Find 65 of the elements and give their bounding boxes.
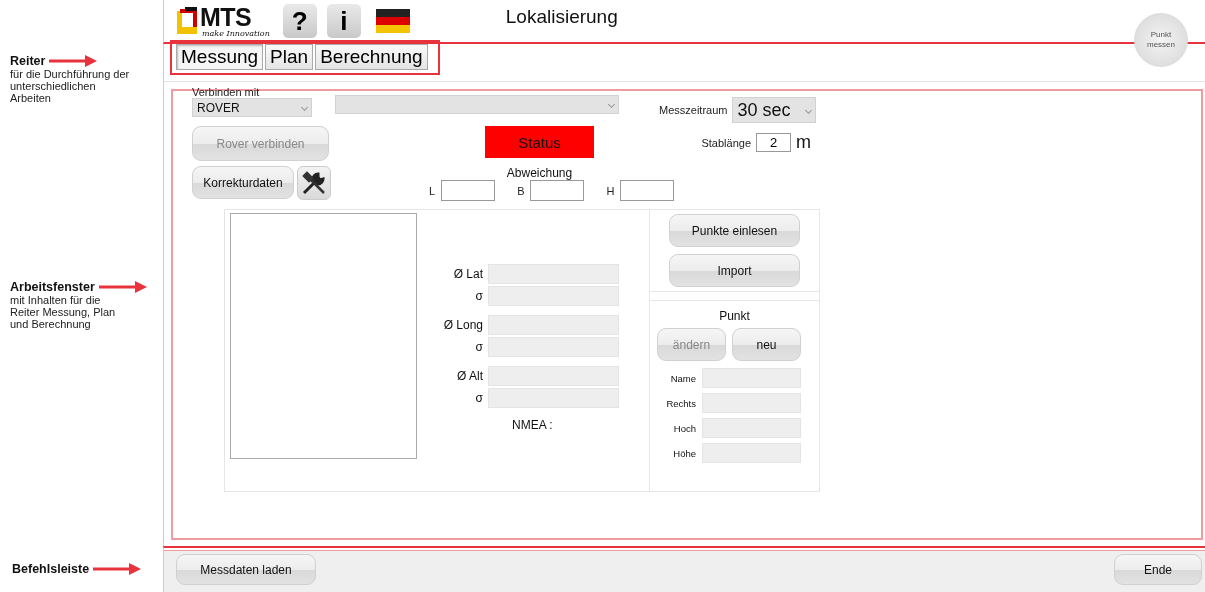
period-label: Messzeitraum xyxy=(659,104,728,116)
deviation-axis-label: L xyxy=(429,184,436,197)
window-title: Lokalisierung xyxy=(505,6,618,28)
connect-label: Verbinden mit xyxy=(192,86,261,98)
point-field-label: Höhe xyxy=(672,447,696,459)
logo-icon xyxy=(176,7,198,35)
mean-field[interactable] xyxy=(488,366,619,386)
flag-icon xyxy=(375,9,410,33)
unit-label: m xyxy=(796,132,811,153)
annotation-text: mit Inhalten für die Reiter Messung, Plan und Berechnung xyxy=(10,294,117,330)
command-button[interactable]: Ende xyxy=(1114,554,1202,585)
sigma-field[interactable] xyxy=(488,388,619,408)
sigma-label: σ xyxy=(474,391,483,405)
tab[interactable]: Plan xyxy=(265,44,314,70)
rod-length-field[interactable]: 2 xyxy=(756,133,791,152)
mean-label: Ø Alt xyxy=(456,369,483,383)
annotation-text: für die Durchführung der unterschiedlichen Arbeiten xyxy=(10,68,131,104)
mean-field[interactable] xyxy=(488,264,619,284)
period-select[interactable]: 30 sec xyxy=(732,97,817,123)
tab[interactable]: Messung xyxy=(176,44,264,70)
sigma-label: σ xyxy=(474,289,483,303)
deviation-field[interactable] xyxy=(441,180,496,201)
mean-field[interactable] xyxy=(488,315,619,335)
mean-label: Ø Lat xyxy=(452,267,483,281)
deviation-axis-label: B xyxy=(517,184,525,197)
sigma-field[interactable] xyxy=(488,286,619,306)
logo-tagline: make Innovation xyxy=(202,29,270,38)
device-select[interactable]: ROVER xyxy=(192,98,312,117)
point-action-button[interactable]: Punkte einlesen xyxy=(669,214,800,247)
measure-button[interactable]: Punkt messen xyxy=(1134,13,1188,67)
sigma-label: σ xyxy=(474,340,483,354)
logo-text: MTS xyxy=(200,4,253,30)
arrow-icon xyxy=(93,563,142,575)
info-button[interactable]: i xyxy=(326,4,361,38)
help-button[interactable]: ? xyxy=(282,4,317,38)
point-field-label: Hoch xyxy=(672,422,696,434)
deviation-axis-label: H xyxy=(606,184,615,197)
deviation-label: Abweichung xyxy=(505,166,574,180)
annotation-title: Befehlsleiste xyxy=(12,562,90,576)
port-select[interactable] xyxy=(335,95,619,114)
tools-button[interactable] xyxy=(297,166,331,200)
annotation-title: Arbeitsfenster xyxy=(10,280,95,294)
point-title: Punkt xyxy=(718,309,751,323)
status-indicator: Status xyxy=(485,126,594,158)
deviation-field[interactable] xyxy=(620,180,675,201)
rod-length-label: Stablänge xyxy=(701,136,751,149)
point-list[interactable] xyxy=(230,213,417,459)
arrow-icon xyxy=(49,55,98,67)
annotation-title: Reiter xyxy=(10,54,46,68)
arrow-icon xyxy=(98,281,147,293)
sigma-field[interactable] xyxy=(488,337,619,357)
point-field[interactable] xyxy=(702,418,801,438)
deviation-field[interactable] xyxy=(530,180,585,201)
nmea-label: NMEA : xyxy=(512,418,553,432)
point-field-label: Rechts xyxy=(665,397,696,409)
tab[interactable]: Berechnung xyxy=(315,44,428,70)
mean-label: Ø Long xyxy=(442,318,483,332)
point-field[interactable] xyxy=(702,393,801,413)
command-button[interactable]: Messdaten laden xyxy=(176,554,316,585)
point-field[interactable] xyxy=(702,368,801,388)
point-field-label: Name xyxy=(669,372,696,384)
point-action-button[interactable]: Import xyxy=(669,254,800,287)
correction-button[interactable]: Korrekturdaten xyxy=(192,166,294,199)
point-field[interactable] xyxy=(702,443,801,463)
point-edit-button[interactable]: neu xyxy=(732,328,801,361)
